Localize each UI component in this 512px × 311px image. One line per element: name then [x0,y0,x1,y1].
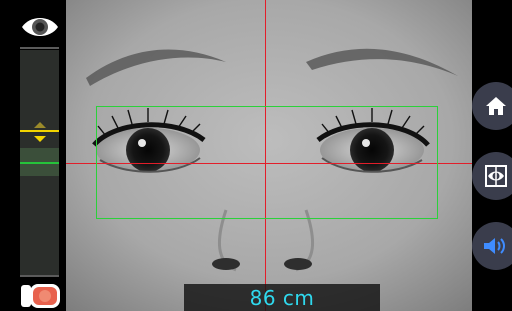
right-control-panel [472,0,512,311]
speaker-icon [484,238,505,254]
eye-toggle-button[interactable] [20,10,60,44]
left-control-panel [0,0,66,311]
eye-frame-button[interactable] [472,152,512,200]
eye-tracking-screen: 86 cm [0,0,512,311]
slider-bottom-cap [20,275,59,277]
distance-readout: 86 cm [249,285,315,310]
yellow-double-chevron-icon[interactable] [32,120,48,144]
focus-slider[interactable] [20,50,59,275]
slider-current-marker [20,130,59,132]
slider-target-marker [20,162,59,164]
home-icon [486,97,506,115]
eye-icon [22,18,58,36]
camera-viewfinder: 86 cm [66,0,472,311]
sound-button[interactable] [472,222,512,270]
slider-top-cap [20,47,59,49]
home-button[interactable] [472,82,512,130]
camera-switch-button[interactable] [20,284,60,308]
distance-readout-bar: 86 cm [184,284,380,311]
camera-switch-icon [21,284,60,308]
eye-detection-box [96,106,438,219]
eye-in-frame-icon [485,165,507,187]
